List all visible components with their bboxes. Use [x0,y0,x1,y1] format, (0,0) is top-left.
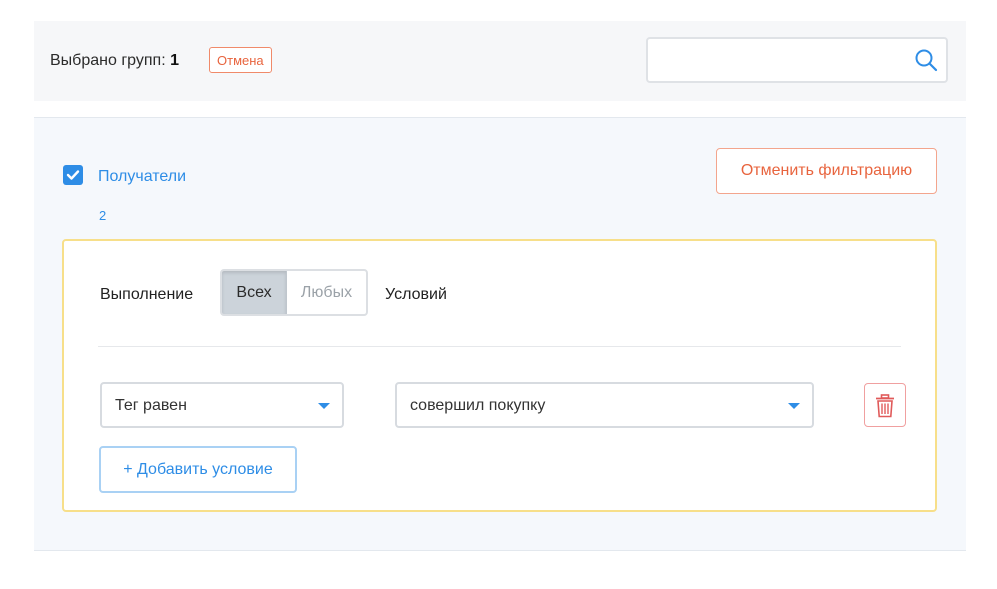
mode-any-option[interactable]: Любых [287,271,366,314]
selection-bar: Выбрано групп: 1 Отмена [34,21,966,101]
filter-box: Выполнение Всех Любых Условий Тег равен … [62,239,937,512]
search-icon[interactable] [914,48,938,72]
cancel-selection-button[interactable]: Отмена [209,47,272,73]
group-name-link[interactable]: Получатели [98,167,186,187]
group-panel: Получатели 2 Отменить фильтрацию Выполне… [34,117,966,551]
selected-groups-text: Выбрано групп: 1 [50,51,179,71]
mode-all-option[interactable]: Всех [222,271,287,314]
trash-icon [876,394,894,418]
add-condition-button[interactable]: + Добавить условие [99,446,297,493]
condition-value-select[interactable]: совершил покупку [395,382,814,428]
conditions-label: Условий [385,286,447,303]
selected-groups-count: 1 [170,52,179,69]
condition-field-value: Тег равен [115,397,187,414]
delete-condition-button[interactable] [864,383,906,427]
match-mode-toggle: Всех Любых [220,269,368,316]
search-field[interactable] [646,37,948,83]
divider [98,346,901,347]
condition-field-select[interactable]: Тег равен [100,382,344,428]
group-checkbox[interactable] [63,165,83,185]
selected-groups-label: Выбрано групп: [50,52,166,69]
cancel-filter-button[interactable]: Отменить фильтрацию [716,148,937,194]
check-icon [66,170,80,180]
condition-value-text: совершил покупку [410,397,546,414]
group-count: 2 [99,208,107,223]
caret-down-icon [318,403,330,409]
search-input[interactable] [656,47,900,75]
caret-down-icon [788,403,800,409]
execution-label: Выполнение [100,286,194,303]
